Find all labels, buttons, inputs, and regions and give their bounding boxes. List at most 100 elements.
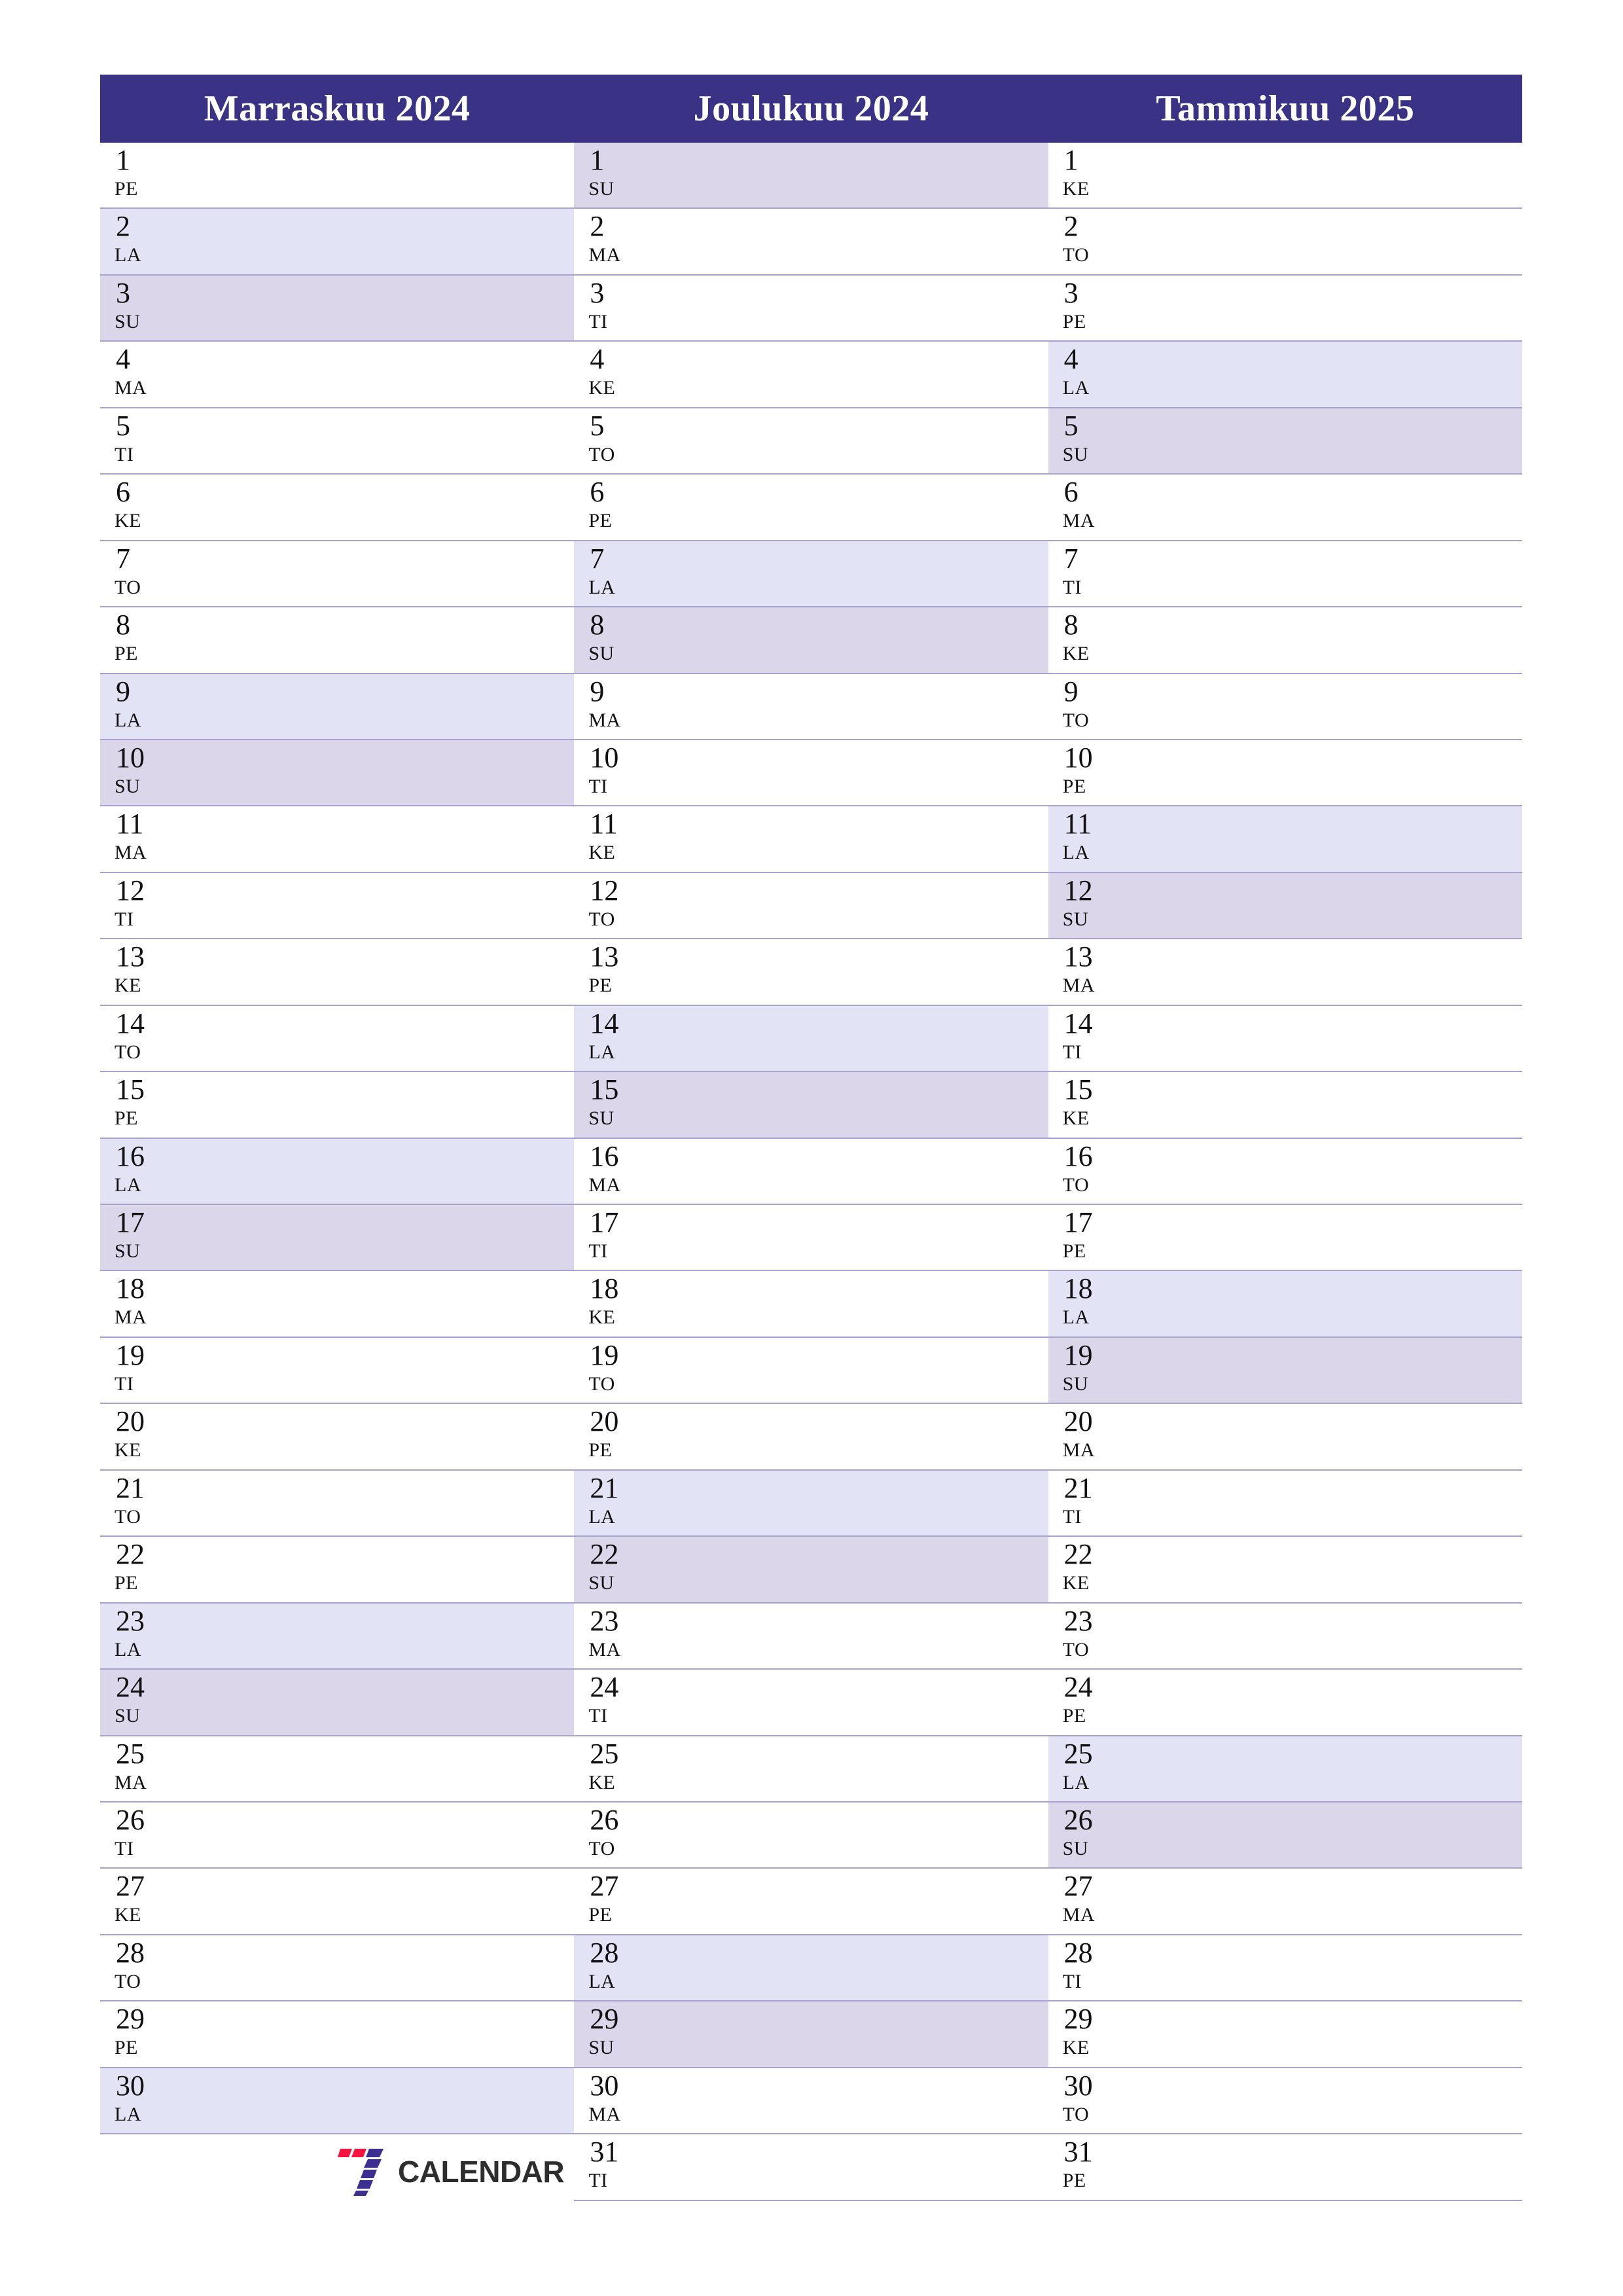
day-number: 12: [1063, 874, 1093, 906]
day-row[interactable]: 8 PE: [100, 607, 575, 674]
day-row[interactable]: 29 SU: [574, 2001, 1048, 2068]
day-row[interactable]: 13 KE: [100, 939, 575, 1006]
day-row[interactable]: 17 SU: [100, 1205, 575, 1272]
day-row[interactable]: 10 SU: [100, 740, 575, 807]
day-row[interactable]: 9 TO: [1048, 673, 1522, 740]
month-header: Joulukuu 2024: [574, 75, 1048, 143]
day-row[interactable]: 29 PE: [100, 2001, 575, 2068]
day-row[interactable]: 19 SU: [1048, 1337, 1522, 1405]
day-row[interactable]: 1 KE: [1048, 143, 1522, 209]
day-row[interactable]: 25 MA: [100, 1736, 575, 1803]
day-row[interactable]: 19 TO: [574, 1337, 1048, 1405]
day-row[interactable]: 21 LA: [574, 1470, 1048, 1537]
day-row[interactable]: 18 LA: [1048, 1271, 1522, 1338]
day-row[interactable]: 1 SU: [574, 143, 1048, 209]
day-row[interactable]: 2 TO: [1048, 209, 1522, 276]
day-row[interactable]: 11 KE: [574, 806, 1048, 873]
day-row[interactable]: 3 PE: [1048, 275, 1522, 342]
day-row[interactable]: 25 LA: [1048, 1736, 1522, 1803]
day-row[interactable]: 23 LA: [100, 1603, 575, 1670]
day-row[interactable]: 20 MA: [1048, 1404, 1522, 1471]
day-row[interactable]: 9 MA: [574, 673, 1048, 740]
day-row[interactable]: 6 MA: [1048, 475, 1522, 541]
day-row[interactable]: 12 TI: [100, 872, 575, 940]
day-row[interactable]: 11 MA: [100, 806, 575, 873]
day-row[interactable]: 7 TI: [1048, 541, 1522, 608]
day-row[interactable]: 19 TI: [100, 1337, 575, 1405]
day-row[interactable]: 10 TI: [574, 740, 1048, 807]
day-row[interactable]: 4 MA: [100, 342, 575, 408]
day-row[interactable]: 4 KE: [574, 342, 1048, 408]
day-row[interactable]: 4 LA: [1048, 342, 1522, 408]
day-row[interactable]: 15 KE: [1048, 1072, 1522, 1139]
day-row[interactable]: 16 MA: [574, 1138, 1048, 1205]
day-row[interactable]: 3 SU: [100, 275, 575, 342]
day-row[interactable]: 20 KE: [100, 1404, 575, 1471]
day-row[interactable]: 28 LA: [574, 1935, 1048, 2002]
day-row[interactable]: 13 PE: [574, 939, 1048, 1006]
day-row[interactable]: 8 SU: [574, 607, 1048, 674]
day-row[interactable]: 18 KE: [574, 1271, 1048, 1338]
day-row[interactable]: 25 KE: [574, 1736, 1048, 1803]
day-row[interactable]: 20 PE: [574, 1404, 1048, 1471]
day-row[interactable]: 22 SU: [574, 1537, 1048, 1604]
day-row[interactable]: 24 TI: [574, 1670, 1048, 1736]
day-row[interactable]: 2 MA: [574, 209, 1048, 276]
day-row[interactable]: 23 TO: [1048, 1603, 1522, 1670]
day-weekday-abbreviation: TO: [1062, 244, 1090, 266]
day-row[interactable]: 31 TI: [574, 2134, 1048, 2201]
day-row[interactable]: 30 LA: [100, 2068, 575, 2135]
day-row[interactable]: 10 PE: [1048, 740, 1522, 807]
month-column: Tammikuu 2025 1 KE 2 TO 3 PE 4 LA 5 SU 6 MA 7 TI 8 KE 9 TO…: [1048, 75, 1522, 2201]
day-row[interactable]: 13 MA: [1048, 939, 1522, 1006]
day-row[interactable]: 28 TO: [100, 1935, 575, 2002]
day-row[interactable]: 5 SU: [1048, 408, 1522, 475]
day-row[interactable]: 6 PE: [574, 475, 1048, 541]
day-row[interactable]: 30 TO: [1048, 2068, 1522, 2135]
day-row[interactable]: 17 TI: [574, 1205, 1048, 1272]
day-row[interactable]: 14 TI: [1048, 1005, 1522, 1073]
day-row[interactable]: 28 TI: [1048, 1935, 1522, 2002]
day-row[interactable]: 23 MA: [574, 1603, 1048, 1670]
day-row[interactable]: 3 TI: [574, 275, 1048, 342]
day-number: 3: [1063, 276, 1079, 309]
day-row[interactable]: 30 MA: [574, 2068, 1048, 2135]
day-row[interactable]: 6 KE: [100, 475, 575, 541]
day-row[interactable]: 8 KE: [1048, 607, 1522, 674]
day-row[interactable]: 27 KE: [100, 1869, 575, 1935]
day-row[interactable]: 2 LA: [100, 209, 575, 276]
day-row[interactable]: 24 SU: [100, 1670, 575, 1736]
day-row[interactable]: 21 TI: [1048, 1470, 1522, 1537]
day-row[interactable]: 26 TI: [100, 1802, 575, 1869]
day-row[interactable]: 31 PE: [1048, 2134, 1522, 2201]
day-row[interactable]: 16 TO: [1048, 1138, 1522, 1205]
day-row[interactable]: 26 TO: [574, 1802, 1048, 1869]
day-row[interactable]: 14 LA: [574, 1005, 1048, 1073]
day-row[interactable]: 7 TO: [100, 541, 575, 608]
day-row[interactable]: 22 KE: [1048, 1537, 1522, 1604]
day-row[interactable]: 7 LA: [574, 541, 1048, 608]
day-row[interactable]: 5 TO: [574, 408, 1048, 475]
day-weekday-abbreviation: LA: [1062, 842, 1090, 864]
day-row[interactable]: 27 PE: [574, 1869, 1048, 1935]
day-row[interactable]: 29 KE: [1048, 2001, 1522, 2068]
day-row[interactable]: 16 LA: [100, 1138, 575, 1205]
day-row[interactable]: 11 LA: [1048, 806, 1522, 873]
day-row[interactable]: 18 MA: [100, 1271, 575, 1338]
day-row[interactable]: 17 PE: [1048, 1205, 1522, 1272]
day-row[interactable]: 1 PE: [100, 143, 575, 209]
day-row[interactable]: 12 TO: [574, 872, 1048, 940]
day-row[interactable]: 9 LA: [100, 673, 575, 740]
day-row[interactable]: 24 PE: [1048, 1670, 1522, 1736]
day-row[interactable]: 22 PE: [100, 1537, 575, 1604]
day-row[interactable]: 15 PE: [100, 1072, 575, 1139]
day-row[interactable]: 14 TO: [100, 1005, 575, 1073]
day-row[interactable]: 5 TI: [100, 408, 575, 475]
day-row[interactable]: 26 SU: [1048, 1802, 1522, 1869]
day-weekday-abbreviation: TO: [115, 1505, 141, 1528]
day-row[interactable]: 15 SU: [574, 1072, 1048, 1139]
day-row[interactable]: 27 MA: [1048, 1869, 1522, 1935]
day-row[interactable]: 21 TO: [100, 1470, 575, 1537]
day-row[interactable]: 12 SU: [1048, 872, 1522, 940]
day-weekday-abbreviation: TO: [588, 1837, 615, 1859]
